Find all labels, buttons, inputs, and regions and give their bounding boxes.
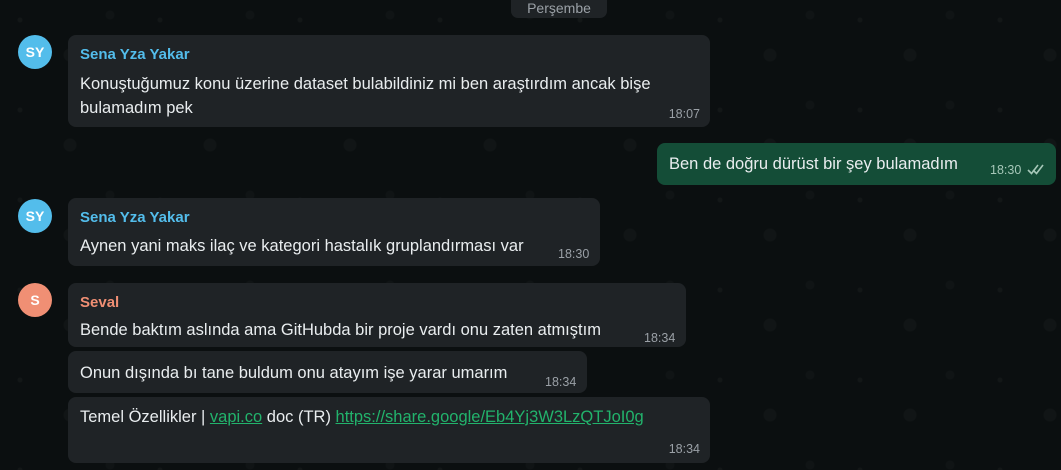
message-text: Bende baktım aslında ama GitHubda bir pr… bbox=[80, 321, 601, 339]
message-text: bulamadım pek bbox=[80, 99, 193, 117]
avatar[interactable]: SY bbox=[18, 35, 52, 69]
message-text: Aynen yani maks ilaç ve kategori hastalı… bbox=[80, 237, 524, 255]
timestamp: 18:07 bbox=[668, 107, 700, 121]
double-check-icon bbox=[1027, 164, 1044, 175]
message-text: Konuştuğumuz konu üzerine dataset bulabi… bbox=[80, 75, 651, 93]
message-bubble[interactable]: Temel Özellikler | vapi.co doc (TR) http… bbox=[68, 397, 710, 463]
message-text: Temel Özellikler | vapi.co doc (TR) http… bbox=[80, 405, 644, 429]
link-vapi[interactable]: vapi.co bbox=[210, 408, 262, 426]
timestamp: 18:34 bbox=[545, 375, 577, 389]
message-bubble[interactable]: Onun dışında bı tane buldum onu atayım i… bbox=[68, 351, 587, 393]
avatar[interactable]: S bbox=[18, 283, 52, 317]
sender-name[interactable]: Sena Yza Yakar bbox=[80, 46, 190, 63]
timestamp: 18:34 bbox=[668, 442, 700, 456]
avatar[interactable]: SY bbox=[18, 199, 52, 233]
message-text: Onun dışında bı tane buldum onu atayım i… bbox=[80, 364, 508, 382]
day-separator: Perşembe bbox=[511, 0, 607, 18]
timestamp: 18:34 bbox=[644, 331, 676, 345]
message-text-prefix: Temel Özellikler | bbox=[80, 408, 210, 426]
timestamp: 18:30 bbox=[558, 247, 590, 261]
message-bubble-outgoing[interactable]: Ben de doğru dürüst bir şey bulamadım 18… bbox=[657, 143, 1056, 185]
message-bubble[interactable]: Seval Bende baktım aslında ama GitHubda … bbox=[68, 283, 686, 347]
message-bubble[interactable]: Sena Yza Yakar Aynen yani maks ilaç ve k… bbox=[68, 198, 600, 266]
link-share-google[interactable]: https://share.google/Eb4Yj3W3LzQTJoI0g bbox=[336, 408, 644, 426]
message-text: Ben de doğru dürüst bir şey bulamadım bbox=[669, 155, 958, 173]
timestamp: 18:30 bbox=[990, 163, 1022, 177]
sender-name[interactable]: Sena Yza Yakar bbox=[80, 209, 190, 226]
sender-name[interactable]: Seval bbox=[80, 294, 119, 311]
message-text-middle: doc (TR) bbox=[262, 408, 336, 426]
message-bubble[interactable]: Sena Yza Yakar Konuştuğumuz konu üzerine… bbox=[68, 35, 710, 127]
